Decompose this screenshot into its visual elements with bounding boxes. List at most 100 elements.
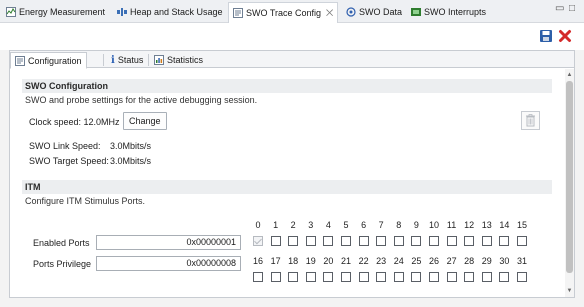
remove-icon[interactable] bbox=[558, 29, 572, 43]
port-bit-number: 22 bbox=[358, 256, 369, 266]
statistics-icon bbox=[154, 55, 164, 65]
port-bit-checkbox[interactable] bbox=[288, 236, 299, 246]
port-bit-checkbox[interactable] bbox=[481, 272, 492, 282]
port-bit-number: 4 bbox=[325, 220, 331, 230]
port-bit-number: 14 bbox=[499, 220, 510, 230]
ports-privilege-label: Ports Privilege bbox=[33, 259, 92, 269]
info-icon: i bbox=[111, 54, 115, 66]
trash-icon bbox=[526, 114, 535, 127]
port-bit-checkbox[interactable] bbox=[446, 236, 457, 246]
port-bit-checkbox[interactable] bbox=[270, 236, 281, 246]
port-bit-checkbox[interactable] bbox=[499, 236, 510, 246]
port-bit-checkbox[interactable] bbox=[393, 236, 404, 246]
port-bit-number: 27 bbox=[446, 256, 457, 266]
port-bit-checkbox[interactable] bbox=[305, 236, 316, 246]
port-bit-checkbox[interactable] bbox=[270, 272, 281, 282]
scroll-up-icon[interactable]: ▲ bbox=[565, 71, 574, 79]
port-bit-number: 20 bbox=[323, 256, 334, 266]
itm-heading: ITM bbox=[22, 180, 552, 194]
port-bit-checkbox[interactable] bbox=[288, 272, 299, 282]
subtab-label: Status bbox=[117, 55, 144, 65]
minimize-icon[interactable]: ▭ bbox=[555, 3, 564, 14]
port-bit-checkbox[interactable] bbox=[517, 272, 527, 282]
change-button[interactable]: Change bbox=[123, 112, 167, 130]
ports-privilege-field[interactable]: 0x00000008 bbox=[96, 256, 241, 271]
scroll-thumb[interactable] bbox=[566, 81, 573, 273]
port-bit-checkbox[interactable] bbox=[253, 272, 263, 282]
port-bit-number: 26 bbox=[428, 256, 439, 266]
port-bit-checkbox[interactable] bbox=[305, 272, 316, 282]
swo-config-heading: SWO Configuration bbox=[22, 79, 552, 93]
port-bit-number: 24 bbox=[393, 256, 404, 266]
tab-label: SWO Data bbox=[359, 7, 403, 17]
port-bit-checkbox[interactable] bbox=[481, 236, 492, 246]
port-bit-checkbox[interactable] bbox=[341, 236, 351, 246]
port-bit-checkbox[interactable] bbox=[393, 272, 404, 282]
swo-config-description: SWO and probe settings for the active de… bbox=[25, 95, 258, 105]
port-bit-checkbox[interactable] bbox=[499, 272, 510, 282]
port-bit-checkbox[interactable] bbox=[358, 236, 369, 246]
tab-heap-stack-usage[interactable]: Heap and Stack Usage bbox=[113, 2, 227, 22]
port-bit-number: 13 bbox=[481, 220, 492, 230]
port-bit-number: 10 bbox=[428, 220, 439, 230]
port-bit-number: 9 bbox=[413, 220, 419, 230]
enabled-ports-field[interactable]: 0x00000001 bbox=[96, 235, 241, 250]
subtab-configuration[interactable]: Configuration bbox=[10, 52, 87, 69]
tab-swo-trace-config[interactable]: SWO Trace Config ⨉ bbox=[228, 2, 339, 23]
port-bit-number: 15 bbox=[516, 220, 527, 230]
port-bit-checkbox[interactable] bbox=[358, 272, 369, 282]
port-bit-number: 25 bbox=[411, 256, 422, 266]
port-bit-checkbox[interactable] bbox=[464, 272, 475, 282]
port-bit-checkbox[interactable] bbox=[411, 236, 422, 246]
port-bit-number: 11 bbox=[446, 220, 457, 230]
save-icon[interactable] bbox=[539, 29, 553, 43]
port-bit-number: 17 bbox=[270, 256, 281, 266]
port-bit-checkbox[interactable] bbox=[376, 236, 387, 246]
port-bit-number: 2 bbox=[290, 220, 296, 230]
energy-icon bbox=[6, 7, 16, 17]
port-bit-checkbox[interactable] bbox=[341, 272, 351, 282]
tab-label: SWO Interrupts bbox=[424, 7, 487, 17]
subtab-status[interactable]: i Status bbox=[107, 52, 147, 68]
port-bit-number: 23 bbox=[376, 256, 387, 266]
view-tab-strip: Energy Measurement Heap and Stack Usage … bbox=[0, 0, 584, 23]
swo-link-speed-value: 3.0Mbits/s bbox=[110, 141, 152, 151]
tab-swo-interrupts[interactable]: SWO Interrupts bbox=[407, 2, 490, 22]
subtab-divider bbox=[103, 54, 104, 66]
subtab-label: Statistics bbox=[167, 55, 204, 65]
port-bit-number: 30 bbox=[499, 256, 510, 266]
editor-subtabs: Configuration i Status Statistics bbox=[10, 51, 574, 69]
port-bit-number: 3 bbox=[308, 220, 314, 230]
port-bit-checkbox[interactable] bbox=[429, 236, 439, 246]
tab-energy-measurement[interactable]: Energy Measurement bbox=[2, 2, 109, 22]
view-toolbar bbox=[0, 23, 584, 50]
close-icon[interactable]: ⨉ bbox=[326, 8, 333, 19]
tab-label: Energy Measurement bbox=[19, 7, 106, 17]
configuration-icon bbox=[15, 55, 25, 66]
port-bit-checkbox[interactable] bbox=[411, 272, 422, 282]
port-bit-checkbox[interactable] bbox=[253, 236, 263, 246]
delete-button[interactable] bbox=[521, 111, 540, 130]
subtab-statistics[interactable]: Statistics bbox=[150, 52, 207, 68]
maximize-icon[interactable]: □ bbox=[569, 3, 575, 14]
clock-speed-label: Clock speed: 12.0MHz bbox=[29, 117, 120, 127]
tab-swo-data[interactable]: SWO Data bbox=[342, 2, 406, 22]
port-bit-checkbox[interactable] bbox=[446, 272, 457, 282]
port-bit-number: 5 bbox=[343, 220, 349, 230]
scroll-down-icon[interactable]: ▼ bbox=[565, 287, 574, 295]
port-bit-checkbox[interactable] bbox=[376, 272, 387, 282]
swo-data-icon bbox=[346, 7, 356, 17]
port-bit-checkbox[interactable] bbox=[323, 272, 334, 282]
port-bit-number: 1 bbox=[273, 220, 279, 230]
port-bit-checkbox[interactable] bbox=[464, 236, 475, 246]
port-bit-number: 19 bbox=[305, 256, 316, 266]
port-bit-checkbox[interactable] bbox=[429, 272, 439, 282]
port-bit-number: 18 bbox=[288, 256, 299, 266]
port-bit-checkbox[interactable] bbox=[323, 236, 334, 246]
itm-description: Configure ITM Stimulus Ports. bbox=[25, 196, 146, 206]
port-bit-checkbox[interactable] bbox=[517, 236, 527, 246]
swo-interrupts-icon bbox=[411, 8, 421, 16]
vertical-scrollbar[interactable]: ▲ ▼ bbox=[565, 69, 574, 297]
swo-config-icon bbox=[233, 8, 243, 18]
port-bit-number: 28 bbox=[464, 256, 475, 266]
